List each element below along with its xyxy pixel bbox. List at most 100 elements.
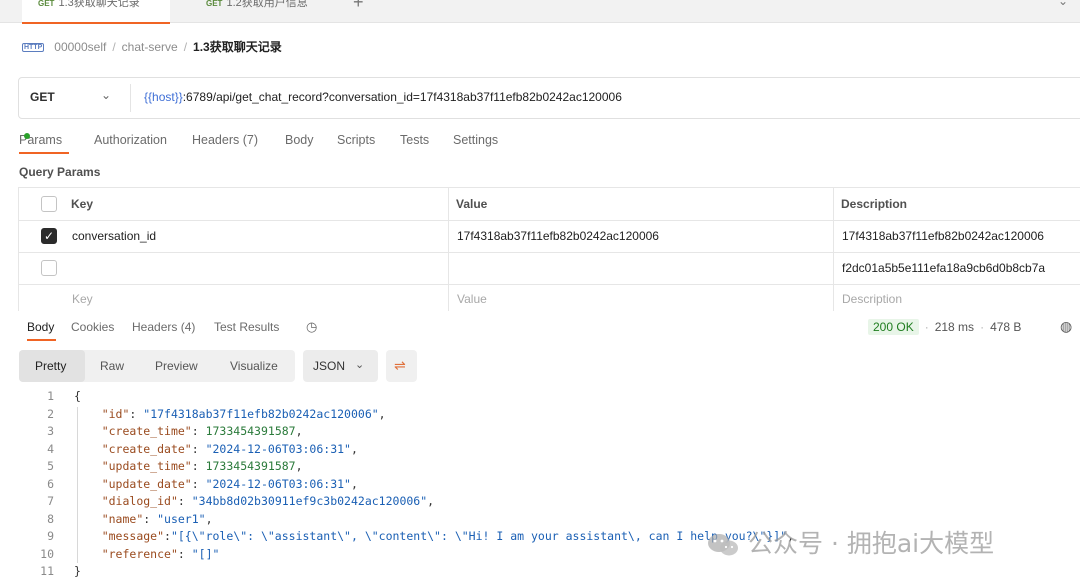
watermark-text: 公众号 · 拥抱ai大模型 (748, 529, 995, 558)
tab-scripts[interactable]: Scripts (337, 133, 375, 147)
json-key: "message" (101, 529, 165, 543)
row-divider (18, 252, 1080, 253)
tab-get-user-info[interactable]: GET 1.2获取用户信息 (190, 0, 340, 22)
url-path: :6789/api/get_chat_record?conversation_i… (182, 90, 622, 104)
view-visualize-button[interactable]: Visualize (230, 359, 278, 373)
json-value: "2024-12-06T03:06:31" (205, 442, 351, 456)
line-number: 3 (47, 424, 54, 438)
line-number: 9 (47, 529, 54, 543)
tab-method-badge: GET (38, 0, 55, 8)
breadcrumb-workspace[interactable]: 00000self (54, 40, 106, 54)
line-number: 10 (40, 547, 54, 561)
globe-icon[interactable]: ◍ (1060, 318, 1072, 335)
json-key: "create_date" (101, 442, 192, 456)
code-line: "create_time": 1733454391587, (101, 424, 303, 438)
request-tab-bar: GET 1.3获取聊天记录 GET 1.2获取用户信息 + ⌄ (0, 0, 1080, 24)
line-number: 7 (47, 494, 54, 508)
tab-tests[interactable]: Tests (400, 133, 429, 147)
json-key: "dialog_id" (101, 494, 178, 508)
url-host-variable: {{host}} (144, 90, 183, 104)
line-number: 8 (47, 512, 54, 526)
view-preview-button[interactable]: Preview (155, 359, 198, 373)
json-key: "update_date" (101, 477, 192, 491)
code-line: "id": "17f4318ab37f11efb82b0242ac120006"… (101, 407, 386, 421)
tab-response-cookies[interactable]: Cookies (71, 320, 114, 334)
tab-label: 1.3获取聊天记录 (58, 0, 140, 9)
tab-list-chevron-icon[interactable]: ⌄ (1058, 0, 1068, 8)
params-active-dot-icon (24, 133, 30, 139)
column-header-description: Description (841, 197, 908, 211)
history-icon[interactable]: ◷ (306, 319, 317, 335)
param-value-input[interactable]: 17f4318ab37f11efb82b0242ac120006 (457, 229, 659, 243)
json-value: 1733454391587 (205, 459, 296, 473)
response-time[interactable]: 218 ms (935, 320, 974, 334)
breadcrumb-separator: / (183, 40, 188, 54)
tab-response-body[interactable]: Body (27, 320, 54, 334)
json-key: "id" (101, 407, 130, 421)
code-line: "update_date": "2024-12-06T03:06:31", (101, 477, 358, 491)
status-badge[interactable]: 200 OK (868, 319, 919, 335)
code-line: "message":"[{\"role\": \"assistant\", \"… (101, 529, 795, 543)
divider (130, 84, 131, 112)
line-number: 4 (47, 442, 54, 456)
tab-body[interactable]: Body (285, 133, 314, 147)
param-enabled-checkbox[interactable]: ✓ (41, 228, 57, 244)
column-divider (448, 187, 449, 311)
new-param-description-input[interactable]: Description (842, 292, 902, 306)
breadcrumb-current[interactable]: 1.3获取聊天记录 (193, 40, 282, 54)
line-number: 1 (47, 389, 54, 403)
tab-headers[interactable]: Headers (7) (192, 133, 258, 147)
column-divider (833, 187, 834, 311)
view-raw-button[interactable]: Raw (100, 359, 124, 373)
code-line: "dialog_id": "34bb8d02b30911ef9c3b0242ac… (101, 494, 435, 508)
tab-test-results[interactable]: Test Results (214, 320, 279, 334)
param-key-input[interactable]: conversation_id (72, 229, 156, 243)
json-value: "[{\"role\": \"assistant\", \"content\":… (170, 529, 788, 543)
code-line: { (74, 389, 81, 403)
json-value: "17f4318ab37f11efb82b0242ac120006" (143, 407, 379, 421)
wrap-lines-icon: ⇌ (394, 357, 406, 373)
separator-dot: · (980, 320, 985, 334)
tab-response-headers[interactable]: Headers (4) (132, 320, 195, 334)
watermark: 公众号 · 拥抱ai大模型 (706, 524, 994, 560)
json-key: "reference" (101, 547, 178, 561)
breadcrumb-collection[interactable]: chat-serve (122, 40, 178, 54)
view-mode-bar: Pretty Raw Preview Visualize (19, 350, 295, 382)
new-param-key-input[interactable]: Key (72, 292, 93, 306)
response-status: 200 OK · 218 ms · 478 B (868, 319, 1021, 335)
wrap-lines-button[interactable]: ⇌ (386, 350, 417, 382)
breadcrumb: HTTP 00000self / chat-serve / 1.3获取聊天记录 (22, 38, 282, 55)
view-pretty-button[interactable]: Pretty (35, 359, 66, 373)
code-brace: } (74, 564, 81, 578)
method-select[interactable]: GET (30, 90, 55, 104)
code-brace: { (74, 389, 81, 403)
tab-method-badge: GET (206, 0, 223, 8)
param-description-input[interactable]: f2dc01a5b5e111efa18a9cb6d0b8cb7a (842, 261, 1045, 275)
separator-dot: · (924, 320, 929, 334)
new-tab-plus-icon[interactable]: + (353, 0, 364, 13)
code-line: "create_date": "2024-12-06T03:06:31", (101, 442, 358, 456)
column-header-value: Value (456, 197, 488, 211)
row-divider (18, 284, 1080, 285)
json-key: "name" (101, 512, 144, 526)
chevron-down-icon[interactable]: ⌄ (101, 88, 111, 102)
response-size[interactable]: 478 B (990, 320, 1021, 334)
tab-get-chat-record[interactable]: GET 1.3获取聊天记录 (22, 0, 170, 24)
tab-authorization[interactable]: Authorization (94, 133, 167, 147)
tab-settings[interactable]: Settings (453, 133, 498, 147)
line-number: 2 (47, 407, 54, 421)
new-param-value-input[interactable]: Value (457, 292, 487, 306)
column-header-key: Key (71, 197, 94, 211)
json-value: "2024-12-06T03:06:31" (205, 477, 351, 491)
param-enabled-checkbox[interactable] (41, 260, 57, 276)
json-key: "create_time" (101, 424, 192, 438)
code-line: "update_time": 1733454391587, (101, 459, 303, 473)
format-select[interactable]: JSON ⌄ (303, 350, 378, 382)
code-line: "reference": "[]" (101, 547, 220, 561)
row-divider (18, 187, 1080, 188)
url-input[interactable]: {{host}}:6789/api/get_chat_record?conver… (144, 90, 622, 104)
select-all-checkbox[interactable] (41, 196, 57, 212)
code-line: } (74, 564, 81, 578)
param-description-input[interactable]: 17f4318ab37f11efb82b0242ac120006 (842, 229, 1044, 243)
json-value: "34bb8d02b30911ef9c3b0242ac120006" (191, 494, 428, 508)
